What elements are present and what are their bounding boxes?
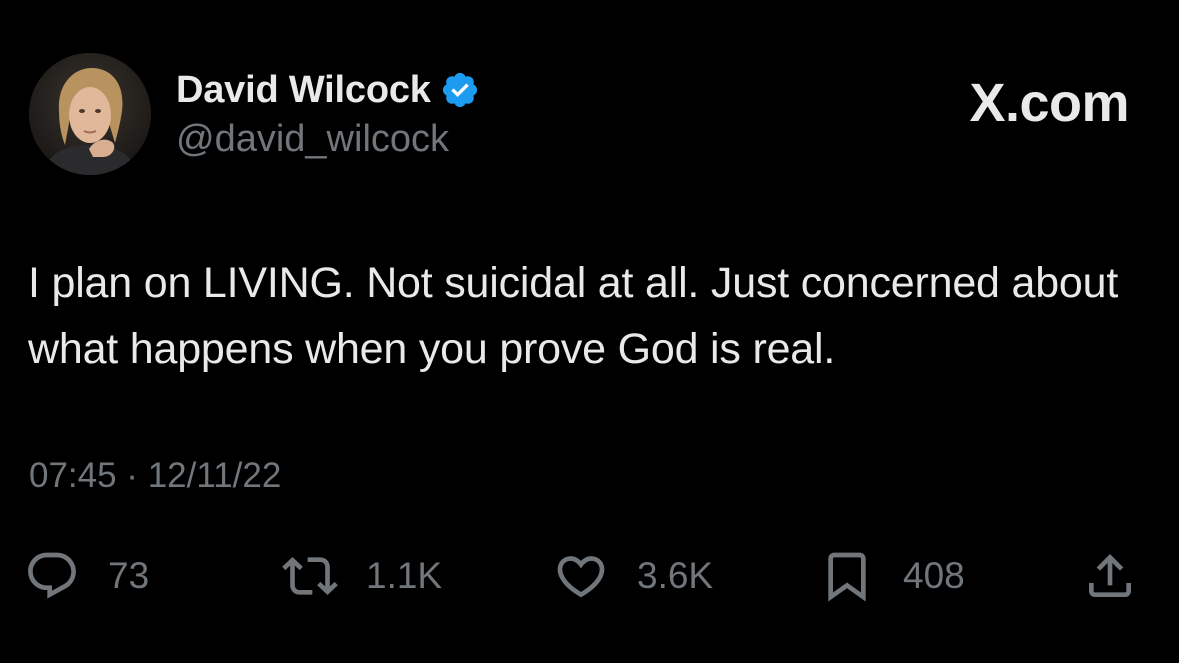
like-count: 3.6K xyxy=(637,555,714,596)
tweet-timestamp[interactable]: 07:45 · 12/11/22 xyxy=(29,456,281,496)
retweet-count: 1.1K xyxy=(366,555,443,596)
tweet-card: David Wilcock @david_wilcock X.com I pla… xyxy=(0,0,1179,663)
author-handle[interactable]: @david_wilcock xyxy=(176,118,449,161)
bookmark-icon xyxy=(819,548,875,604)
author-display-name[interactable]: David Wilcock xyxy=(176,69,431,112)
verified-badge-icon xyxy=(440,70,480,110)
brand-watermark: X.com xyxy=(969,73,1129,133)
retweet-button[interactable]: 1.1K xyxy=(282,548,442,604)
share-icon xyxy=(1082,548,1138,604)
bookmark-button[interactable]: 408 xyxy=(819,548,965,604)
bookmark-count: 408 xyxy=(903,555,965,596)
tweet-text: I plan on LIVING. Not suicidal at all. J… xyxy=(28,259,1119,373)
share-button[interactable] xyxy=(1082,548,1138,604)
heart-icon xyxy=(553,548,609,604)
author-avatar[interactable] xyxy=(29,53,151,175)
author-name-row[interactable]: David Wilcock xyxy=(176,66,480,114)
reply-count: 73 xyxy=(108,555,150,596)
like-button[interactable]: 3.6K xyxy=(553,548,713,604)
reply-icon xyxy=(24,548,80,604)
avatar-image xyxy=(29,53,151,175)
reply-button[interactable]: 73 xyxy=(24,548,149,604)
retweet-icon xyxy=(282,548,338,604)
